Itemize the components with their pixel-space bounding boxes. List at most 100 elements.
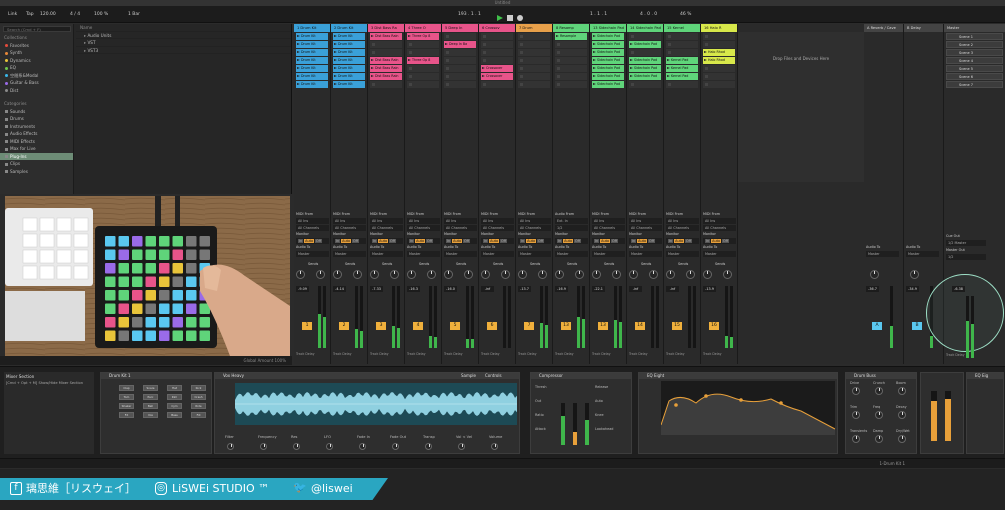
clip-slot[interactable]: Sidechain Pad [592,65,624,72]
monitor-switch[interactable]: In Auto Off [592,238,625,244]
monitor-switch[interactable]: In Auto Off [444,238,477,244]
empty-clip-slot[interactable] [481,49,513,56]
send-a-knob[interactable] [555,270,564,279]
drum-pad[interactable]: Tom [119,394,134,400]
input-source-select[interactable]: All Ins [666,218,699,224]
track-header[interactable]: 2 Drum Kit [331,24,367,32]
category-item[interactable]: Plug-Ins [0,152,73,160]
send-b-knob[interactable] [612,270,621,279]
empty-clip-slot[interactable] [407,73,439,80]
clip-slot[interactable]: Three Op 8 [407,57,439,64]
input-channel-select[interactable]: All Channels [444,225,477,231]
category-item[interactable]: Max for Live [0,145,73,153]
collection-item[interactable]: EQ [0,64,73,72]
track-header[interactable]: 13 Sidechain Pad [590,24,626,32]
send-b-knob[interactable] [427,270,436,279]
tree-item[interactable]: ▸ VST [76,39,291,47]
master-header[interactable]: Master [944,24,1005,32]
empty-clip-slot[interactable] [444,57,476,64]
scene-launch[interactable]: Scene 6 [946,73,1003,80]
stop-icon[interactable] [507,15,513,21]
empty-clip-slot[interactable] [555,57,587,64]
volume-field[interactable]: -36.7 [866,286,879,292]
empty-clip-slot[interactable] [629,33,661,40]
tree-item[interactable]: ▸ Audio Units [76,32,291,39]
name-column-header[interactable]: Name [76,24,291,32]
return-activator[interactable]: B [912,322,922,330]
monitor-in[interactable]: In [409,239,415,243]
clip-slot[interactable]: Sidechain Pad [592,41,624,48]
time-signature[interactable]: 4 / 4 [70,10,80,19]
empty-clip-slot[interactable] [518,49,550,56]
monitor-switch[interactable]: In Auto Off [407,238,440,244]
clip-slot[interactable]: Halo Rhod [703,57,735,64]
empty-clip-slot[interactable] [407,41,439,48]
monitor-off[interactable]: Off [426,239,434,243]
master-out-select[interactable]: 1/2 [946,254,986,260]
monitor-auto[interactable]: Auto [415,239,426,243]
play-icon[interactable] [497,15,503,21]
empty-clip-slot[interactable] [481,57,513,64]
clip-slot[interactable]: Sidechain Pad [629,41,661,48]
monitor-off[interactable]: Off [722,239,730,243]
empty-clip-slot[interactable] [444,33,476,40]
output-select[interactable]: Master [866,251,899,257]
simpler-knob[interactable] [293,443,300,450]
clip-slot[interactable]: Sidechain Pad [629,57,661,64]
monitor-off[interactable]: Off [389,239,397,243]
clip-slot[interactable]: Sidechain Pad [592,81,624,88]
loop-start[interactable]: 1 . 1 . 1 [590,10,607,19]
clip-slot[interactable]: Drum Kit [333,73,365,80]
simpler-title[interactable]: Vox Heavy [223,373,244,378]
scene-launch[interactable]: Scene 2 [946,41,1003,48]
compressor-param[interactable]: Out [535,399,541,403]
empty-clip-slot[interactable] [703,41,735,48]
collection-item[interactable]: Dist [0,87,73,95]
send-b-knob[interactable] [353,270,362,279]
empty-clip-slot[interactable] [703,65,735,72]
category-item[interactable]: Samples [0,168,73,176]
volume-field[interactable]: -16.3 [407,286,420,292]
clip-slot[interactable]: Sidechain Pad [592,49,624,56]
arrangement-position[interactable]: 193 . 1 . 1 [458,10,481,19]
input-source-select[interactable]: All Ins [481,218,514,224]
track-activator[interactable]: 2 [339,322,349,330]
simpler-knob[interactable] [227,443,234,450]
clip-slot[interactable]: Drum Kit [296,81,328,88]
empty-clip-slot[interactable] [629,81,661,88]
compressor-param[interactable]: Ratio [535,413,544,417]
clip-slot[interactable]: Three Op 8 [407,33,439,40]
empty-clip-slot[interactable] [518,41,550,48]
monitor-auto[interactable]: Auto [563,239,574,243]
drum-pad[interactable]: Vox [143,412,158,418]
empty-clip-slot[interactable] [444,49,476,56]
compressor-param[interactable]: Thresh [535,385,547,389]
empty-clip-slot[interactable] [407,49,439,56]
volume-field[interactable]: -22.1 [592,286,605,292]
clip-slot[interactable]: Kernel Pad [666,57,698,64]
drum-pad[interactable]: Clap [119,385,134,391]
tree-item[interactable]: ▸ VST3 [76,47,291,54]
drum-buss-knob[interactable] [898,411,906,419]
send-b-knob[interactable] [501,270,510,279]
eq-title-2[interactable]: EQ Eig [967,373,1003,379]
output-select[interactable]: Master [407,251,440,257]
monitor-auto[interactable]: Auto [711,239,722,243]
input-channel-select[interactable]: All Channels [370,225,403,231]
waveform-display[interactable] [235,383,517,425]
monitor-auto[interactable]: Auto [341,239,352,243]
output-select[interactable]: Master [906,251,939,257]
category-item[interactable]: Drums [0,115,73,123]
monitor-switch[interactable]: In Auto Off [481,238,514,244]
input-source-select[interactable]: All Ins [592,218,625,224]
scene-launch[interactable]: Scene 3 [946,49,1003,56]
record-icon[interactable] [517,15,523,21]
send-a-knob[interactable] [629,270,638,279]
simpler-knob[interactable] [359,443,366,450]
volume-field[interactable]: -34.9 [906,286,919,292]
track-header[interactable]: 1 Drum Kit [294,24,330,32]
simpler-knob[interactable] [491,443,498,450]
category-item[interactable]: Audio Effects [0,130,73,138]
empty-clip-slot[interactable] [703,73,735,80]
track-header[interactable]: 3 Dist Bass Ra [368,24,404,32]
